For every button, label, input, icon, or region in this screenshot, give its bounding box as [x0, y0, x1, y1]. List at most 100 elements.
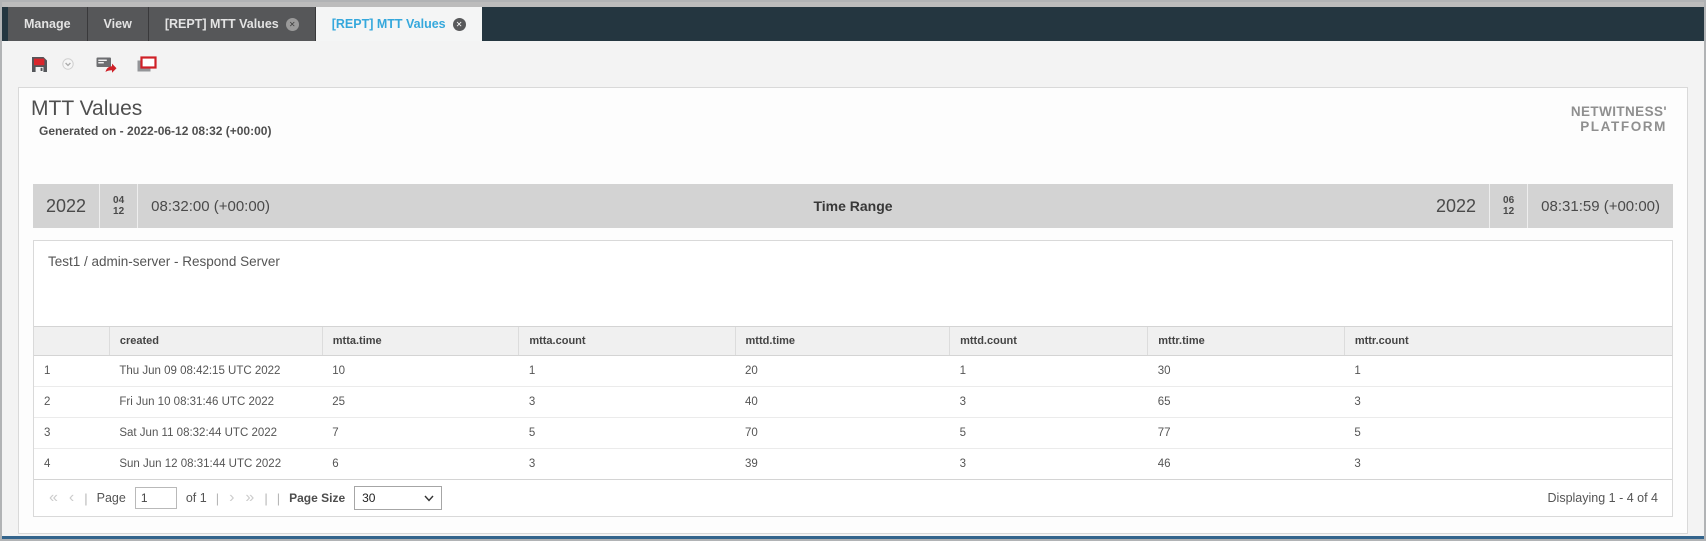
table-row: 4 Sun Jun 12 08:31:44 UTC 2022 6 3 39 3 … [34, 448, 1672, 479]
first-page-icon[interactable]: « [48, 490, 59, 506]
time-range-start: 2022 04 12 08:32:00 (+00:00) [33, 184, 283, 228]
cell: 10 [322, 355, 519, 387]
netwitness-logo: NETWITNESS' PLATFORM [1571, 104, 1667, 134]
mtt-values-table: created mtta.time mtta.count mttd.time m… [34, 326, 1672, 479]
chevron-down-icon [424, 495, 434, 502]
table-row: 2 Fri Jun 10 08:31:46 UTC 2022 25 3 40 3… [34, 386, 1672, 418]
report-toolbar [2, 41, 1704, 87]
cell: Sun Jun 12 08:31:44 UTC 2022 [109, 448, 323, 479]
cell: 30 [1147, 355, 1345, 387]
page-number-input[interactable] [134, 487, 177, 509]
chevron-down-icon [62, 58, 74, 70]
end-month: 06 [1503, 195, 1515, 206]
email-report-icon [96, 57, 117, 73]
cell: 6 [322, 448, 519, 479]
cell: 3 [518, 386, 736, 418]
col-row-number [34, 326, 110, 356]
print-report-icon [137, 55, 157, 71]
page-of-label: of 1 [185, 491, 207, 505]
cell: 4 [34, 448, 110, 479]
logo-brand-line: NETWITNESS' [1570, 104, 1667, 119]
close-icon[interactable]: ✕ [452, 17, 466, 31]
cell: 1 [34, 355, 110, 387]
bottom-border-line [2, 536, 1704, 539]
tab-rept-mtt-values-1[interactable]: [REPT] MTT Values ✕ [148, 7, 316, 41]
end-day: 12 [1503, 206, 1515, 217]
page-size-select[interactable]: 30 [354, 486, 443, 510]
cell: 77 [1147, 417, 1345, 449]
start-month-day: 04 12 [99, 184, 139, 228]
close-icon[interactable]: ✕ [285, 17, 299, 31]
displaying-status: Displaying 1 - 4 of 4 [1547, 491, 1658, 505]
page-label: Page [96, 491, 126, 505]
start-year: 2022 [46, 195, 87, 216]
logo-platform-line: PLATFORM [1580, 119, 1667, 134]
cell: 5 [1344, 417, 1672, 449]
tab-manage[interactable]: Manage [8, 7, 88, 41]
end-month-day: 06 12 [1489, 184, 1529, 228]
cell: 3 [518, 448, 736, 479]
content-area: MTT Values Generated on - 2022-06-12 08:… [2, 41, 1704, 539]
cell: 3 [34, 417, 110, 449]
generated-timestamp: Generated on - 2022-06-12 08:32 (+00:00) [39, 124, 272, 138]
page-title: MTT Values [31, 97, 143, 120]
cell: 5 [518, 417, 736, 449]
table-row: 1 Thu Jun 09 08:42:15 UTC 2022 10 1 20 1… [34, 355, 1672, 387]
cell: 20 [735, 355, 950, 387]
cell: Fri Jun 10 08:31:46 UTC 2022 [109, 386, 323, 418]
start-day: 12 [113, 206, 125, 217]
separator: | [264, 490, 268, 506]
time-range-end: 2022 06 12 08:31:59 (+00:00) [1423, 184, 1673, 228]
cell: 40 [735, 386, 950, 418]
cell: 3 [1344, 386, 1672, 418]
start-time: 08:32:00 (+00:00) [151, 197, 271, 215]
end-time: 08:31:59 (+00:00) [1541, 197, 1660, 215]
cell: 39 [735, 448, 950, 479]
cell: 5 [949, 417, 1148, 449]
tab-bar: Manage View [REPT] MTT Values ✕ [REPT] M… [2, 7, 1704, 41]
cell: 7 [322, 417, 519, 449]
separator: | [276, 490, 281, 506]
cell: 25 [322, 386, 519, 418]
cell: 1 [1344, 355, 1672, 387]
print-report-button[interactable] [132, 55, 162, 73]
col-mttd-time: mttd.time [734, 326, 950, 356]
cell: 46 [1147, 448, 1345, 479]
cell: 70 [735, 417, 950, 449]
report-panel: MTT Values Generated on - 2022-06-12 08:… [18, 87, 1688, 534]
col-created: created [108, 326, 323, 356]
col-mttr-time: mttr.time [1147, 326, 1345, 356]
email-report-button[interactable] [91, 56, 122, 73]
col-mtta-count: mtta.count [518, 326, 736, 356]
page-size-value: 30 [362, 491, 376, 505]
end-year: 2022 [1435, 195, 1477, 216]
tab-label: [REPT] MTT Values [331, 17, 446, 31]
app-window: Manage View [REPT] MTT Values ✕ [REPT] M… [0, 0, 1706, 541]
cell: 1 [518, 355, 736, 387]
prev-page-icon[interactable]: ‹ [68, 490, 75, 506]
section-title: Test1 / admin-server - Respond Server [48, 254, 280, 269]
cell: 3 [949, 448, 1148, 479]
separator: | [84, 490, 88, 506]
cell: 65 [1147, 386, 1345, 418]
next-page-icon[interactable]: › [228, 490, 235, 506]
separator: | [215, 490, 220, 506]
table-header-row: created mtta.time mtta.count mttd.time m… [34, 326, 1672, 356]
cell: 2 [34, 386, 110, 418]
save-icon [32, 56, 47, 72]
last-page-icon[interactable]: » [244, 490, 255, 506]
tab-view[interactable]: View [87, 7, 149, 41]
report-header: MTT Values Generated on - 2022-06-12 08:… [19, 88, 1687, 138]
col-mtta-time: mtta.time [321, 326, 519, 356]
tab-label: Manage [24, 17, 71, 31]
start-month: 04 [113, 195, 125, 206]
cell: Thu Jun 09 08:42:15 UTC 2022 [109, 355, 323, 387]
tab-rept-mtt-values-2-active[interactable]: [REPT] MTT Values ✕ [315, 7, 482, 41]
save-button[interactable] [26, 56, 53, 73]
cell: 1 [949, 355, 1148, 387]
save-options-button[interactable] [57, 58, 79, 70]
time-range-bar: 2022 04 12 08:32:00 (+00:00) Time Range … [33, 184, 1673, 228]
page-size-label: Page Size [289, 491, 346, 505]
results-section: Test1 / admin-server - Respond Server cr… [33, 240, 1673, 517]
tab-label: View [103, 17, 132, 31]
